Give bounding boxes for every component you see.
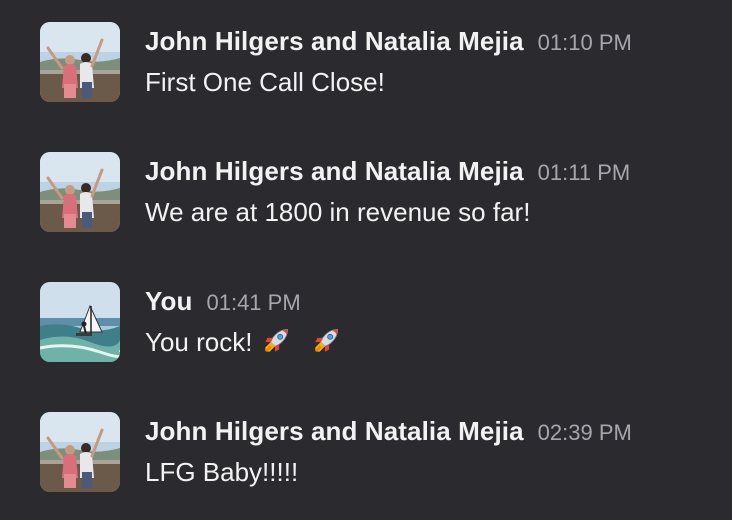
rocket-icon [310, 323, 344, 357]
message-header: John Hilgers and Natalia Mejia 01:10 PM [145, 24, 632, 63]
message-item[interactable]: John Hilgers and Natalia Mejia 01:10 PM F… [0, 0, 732, 110]
couple-photo-avatar[interactable] [40, 22, 120, 102]
message-timestamp: 01:41 PM [206, 290, 301, 315]
sender-name[interactable]: John Hilgers and Natalia Mejia [145, 416, 524, 446]
message-item[interactable]: John Hilgers and Natalia Mejia 01:11 PM W… [0, 130, 732, 240]
chat-thread: John Hilgers and Natalia Mejia 01:10 PM F… [0, 0, 732, 520]
rocket-icon [260, 323, 294, 357]
message-text: LFG Baby!!!!! [145, 457, 299, 487]
message-text: First One Call Close! [145, 67, 385, 97]
message-header: John Hilgers and Natalia Mejia 01:11 PM [145, 154, 630, 193]
message-header: You 01:41 PM [145, 284, 301, 323]
windsurf-photo-avatar[interactable] [40, 282, 120, 362]
sender-name[interactable]: John Hilgers and Natalia Mejia [145, 26, 524, 56]
message-text: You rock! [145, 327, 253, 357]
message-body: You rock! [145, 322, 344, 362]
sender-name[interactable]: John Hilgers and Natalia Mejia [145, 156, 524, 186]
message-timestamp: 02:39 PM [537, 420, 632, 445]
couple-photo-avatar[interactable] [40, 412, 120, 492]
message-timestamp: 01:11 PM [537, 160, 631, 185]
message-item[interactable]: You 01:41 PM You rock! [0, 260, 732, 370]
couple-photo-avatar[interactable] [40, 152, 120, 232]
message-header: John Hilgers and Natalia Mejia 02:39 PM [145, 414, 632, 453]
message-text: We are at 1800 in revenue so far! [145, 197, 531, 227]
message-timestamp: 01:10 PM [537, 30, 632, 55]
sender-name[interactable]: You [145, 286, 192, 316]
message-item[interactable]: John Hilgers and Natalia Mejia 02:39 PM L… [0, 390, 732, 500]
